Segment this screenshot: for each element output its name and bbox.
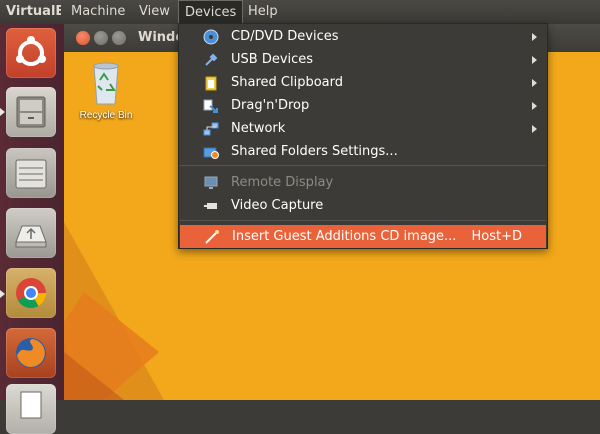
file-cabinet-icon[interactable]: [6, 87, 56, 137]
menu-item-label: Remote Display: [231, 175, 334, 190]
running-indicator: [0, 290, 5, 298]
video-capture-icon: [204, 203, 217, 209]
close-button[interactable]: [76, 31, 90, 45]
recycle-bin-label: Recycle Bin: [79, 110, 133, 121]
shared-folder-icon: [203, 147, 219, 159]
menu-item-video-capture[interactable]: Video Capture: [179, 194, 547, 217]
firefox-icon[interactable]: [6, 328, 56, 378]
devices-dropdown-menu: CD/DVD Devices USB Devices Shared Clipbo…: [178, 23, 548, 249]
menu-devices[interactable]: Devices: [178, 0, 244, 24]
menu-item-shared-folders-settings[interactable]: Shared Folders Settings...: [179, 140, 547, 163]
menu-item-remote-display: Remote Display: [179, 171, 547, 194]
menu-item-shared-clipboard[interactable]: Shared Clipboard: [179, 71, 547, 94]
usb-drive-icon[interactable]: [6, 208, 56, 258]
ubuntu-dash-icon[interactable]: [6, 28, 56, 78]
maximize-button[interactable]: [112, 31, 126, 45]
menu-help[interactable]: Help: [242, 0, 284, 24]
minimize-button[interactable]: [94, 31, 108, 45]
shortcut-label: Host+D: [471, 229, 522, 244]
menu-item-label: Shared Clipboard: [231, 75, 343, 90]
menu-item-network[interactable]: Network: [179, 117, 547, 140]
menu-item-label: Drag'n'Drop: [231, 98, 310, 113]
top-menubar: VirtualB Machine View Devices Help: [0, 0, 600, 24]
menu-machine[interactable]: Machine: [65, 0, 131, 24]
menu-item-usb-devices[interactable]: USB Devices: [179, 48, 547, 71]
network-icon: [203, 122, 219, 136]
menu-separator: [180, 220, 546, 221]
storage-drive-icon[interactable]: [6, 148, 56, 198]
submenu-arrow-icon: [532, 125, 537, 133]
menu-item-label: Shared Folders Settings...: [231, 144, 398, 159]
menu-item-cd-dvd-devices[interactable]: CD/DVD Devices: [179, 25, 547, 48]
launcher: [0, 24, 64, 434]
running-indicator: [0, 108, 5, 116]
submenu-arrow-icon: [532, 56, 537, 64]
menu-item-label: CD/DVD Devices: [231, 29, 339, 44]
menu-item-drag-n-drop[interactable]: Drag'n'Drop: [179, 94, 547, 117]
recycle-bin-icon: [93, 62, 119, 105]
chrome-icon[interactable]: [6, 268, 56, 318]
menu-item-insert-guest-additions[interactable]: Insert Guest Additions CD image... Host+…: [180, 225, 546, 248]
optical-disc-icon: [203, 29, 219, 45]
remote-display-icon: [204, 176, 218, 189]
app-name: VirtualB: [6, 4, 61, 19]
submenu-arrow-icon: [532, 79, 537, 87]
document-icon[interactable]: [6, 384, 56, 434]
clipboard-icon: [205, 76, 217, 91]
submenu-arrow-icon: [532, 33, 537, 41]
menu-item-label: Insert Guest Additions CD image...: [232, 229, 457, 244]
submenu-arrow-icon: [532, 102, 537, 110]
menu-separator: [180, 165, 546, 166]
drag-drop-icon: [203, 99, 218, 113]
usb-icon: [205, 53, 218, 66]
menu-item-label: Video Capture: [231, 198, 324, 213]
insert-cd-icon: [205, 230, 219, 244]
menu-item-label: USB Devices: [231, 52, 314, 67]
menu-view[interactable]: View: [133, 0, 176, 24]
menu-item-label: Network: [231, 121, 286, 136]
